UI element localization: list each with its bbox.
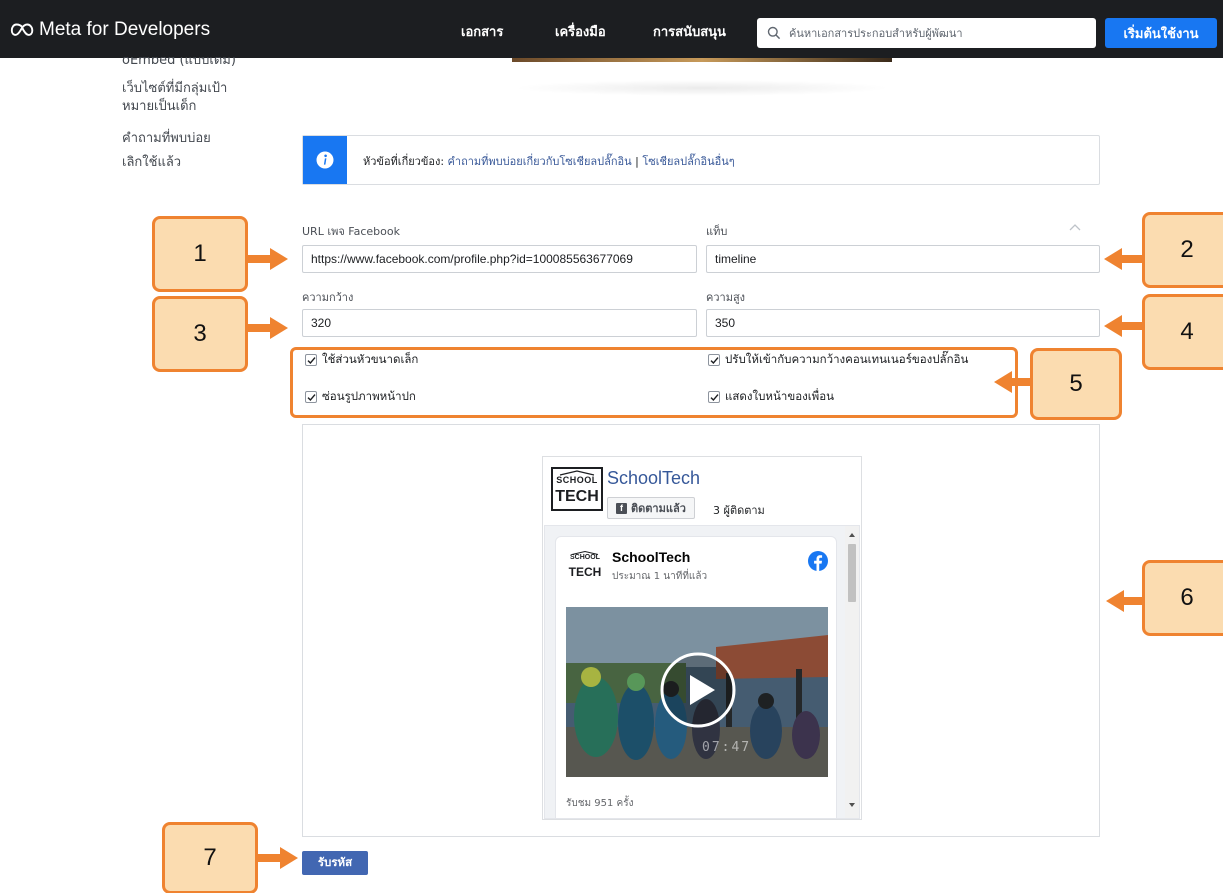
url-label: URL เพจ Facebook [302,225,400,238]
facebook-logo-icon[interactable] [808,551,828,571]
get-started-button[interactable]: เริ่มต้นใช้งาน [1105,18,1217,48]
checkbox-group-highlight [290,347,1018,418]
sidebar-item-faq[interactable]: คำถามที่พบบ่อย [122,130,211,148]
annotation-callout-6: 6 [1142,560,1223,636]
scroll-up-arrow-icon[interactable] [848,532,856,538]
search-input[interactable] [789,26,1089,40]
logo-top-text: SCHOOL [556,475,598,485]
annotation-callout-3: 3 [152,296,248,372]
height-input[interactable] [706,309,1100,337]
feed-scrollbar[interactable] [845,526,859,818]
top-navigation-bar: Meta for Developers เอกสาร เครื่องมือ กา… [0,0,1223,58]
search-icon [767,26,781,40]
view-count: รับชม 951 ครั้ง [566,798,634,809]
post-page-name[interactable]: SchoolTech [612,549,690,565]
schooltech-logo[interactable]: SCHOOL TECH [551,467,603,511]
follower-count: 3 ผู้ติดตาม [713,504,765,517]
width-label: ความกว้าง [302,291,354,304]
link-separator: | [631,155,643,168]
get-code-button[interactable]: รับรหัส [302,851,368,875]
avatar-bottom-text: TECH [568,565,602,579]
cropped-header-image [512,58,892,62]
nav-link-docs[interactable]: เอกสาร [461,21,503,42]
video-duration: 07:47 [702,740,752,755]
timeline-feed[interactable]: SCHOOL TECH SchoolTech ประมาณ 1 นาทีที่แ… [544,525,860,819]
video-player[interactable]: 07:47 [566,607,828,777]
scroll-down-arrow-icon[interactable] [848,802,856,808]
height-label: ความสูง [706,291,746,304]
image-shadow [512,80,892,96]
annotation-callout-2: 2 [1142,212,1223,288]
facebook-f-icon: f [616,502,627,514]
related-prefix: หัวข้อที่เกี่ยวข้อง: [363,155,448,168]
follow-label: ติดตามแล้ว [631,502,686,515]
related-topics-banner: หัวข้อที่เกี่ยวข้อง: คำถามที่พบบ่อยเกี่ย… [302,135,1100,185]
logo-bottom-text: TECH [555,488,599,505]
info-icon [316,151,334,169]
sidebar-item-deprecated[interactable]: เลิกใช้แล้ว [122,154,181,172]
sidebar-item-child-sites-line1[interactable]: เว็บไซต์ที่มีกลุ่มเป้า [122,80,227,98]
post-timestamp[interactable]: ประมาณ 1 นาทีที่แล้ว [612,569,707,584]
faq-plugins-link[interactable]: คำถามที่พบบ่อยเกี่ยวกับโซเชียลปลั๊กอิน [448,155,632,168]
page-name-link[interactable]: SchoolTech [607,468,700,489]
page-url-input[interactable] [302,245,697,273]
plugin-header: SCHOOL TECH SchoolTech f ติดตามแล้ว 3 ผู… [543,457,861,521]
tabs-input[interactable] [706,245,1100,273]
nav-link-tools[interactable]: เครื่องมือ [555,21,606,42]
post-avatar[interactable]: SCHOOL TECH [566,551,604,585]
width-input[interactable] [302,309,697,337]
annotation-callout-5: 5 [1030,348,1122,420]
sidebar-item-child-sites-line2[interactable]: หมายเป็นเด็ก [122,98,196,116]
scrollbar-thumb[interactable] [848,544,856,602]
annotation-callout-1: 1 [152,216,248,292]
chevron-up-icon[interactable] [1068,222,1082,232]
page-plugin: SCHOOL TECH SchoolTech f ติดตามแล้ว 3 ผู… [542,456,862,820]
other-plugins-link[interactable]: โซเชียลปลั๊กอินอื่นๆ [642,155,734,168]
annotation-callout-7: 7 [162,822,258,893]
follow-button[interactable]: f ติดตามแล้ว [607,497,695,519]
brand-name: Meta for Developers [39,19,211,40]
search-box[interactable] [757,18,1096,48]
avatar-top-text: SCHOOL [570,554,600,561]
meta-infinity-icon [10,23,34,36]
tabs-label: แท็บ [706,225,728,238]
play-icon[interactable] [659,651,737,729]
info-icon-box [303,136,347,184]
timeline-post: SCHOOL TECH SchoolTech ประมาณ 1 นาทีที่แ… [555,536,837,818]
annotation-callout-4: 4 [1142,294,1223,370]
meta-logo[interactable]: Meta for Developers [10,19,210,41]
nav-link-support[interactable]: การสนับสนุน [653,21,726,42]
related-topics-text: หัวข้อที่เกี่ยวข้อง: คำถามที่พบบ่อยเกี่ย… [363,152,735,170]
